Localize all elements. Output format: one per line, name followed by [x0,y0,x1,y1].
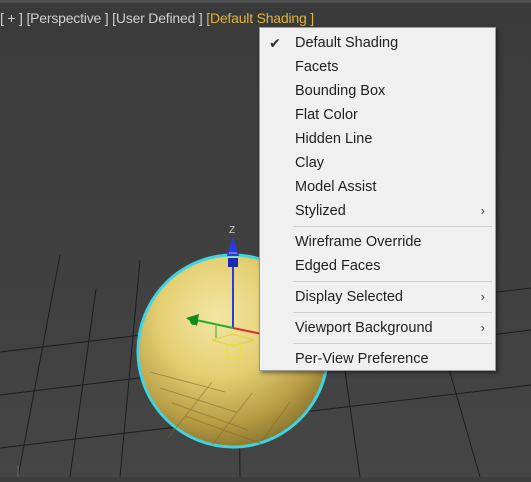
z-axis-label: Z [229,225,235,236]
viewport-top-border [0,0,531,3]
menu-item-label: Display Selected [295,289,403,305]
menu-item-label: Clay [295,155,325,171]
chevron-right-icon: › [480,289,485,304]
menu-item-label: Per-View Preference [295,351,429,367]
z-axis-handle[interactable] [228,258,238,267]
menu-separator [293,343,492,344]
menu-item-per-view-preference[interactable]: Per-View Preference [260,347,495,371]
chevron-right-icon: › [480,320,485,335]
chevron-right-icon: › [480,203,485,218]
menu-item-bounding-box[interactable]: Bounding Box [260,79,495,103]
menu-item-model-assist[interactable]: Model Assist [260,175,495,199]
menu-item-edged-faces[interactable]: Edged Faces [260,254,495,278]
menu-item-label: Default Shading [295,35,399,51]
menu-item-label: Facets [295,59,339,75]
y-axis-handle[interactable] [190,317,198,325]
menu-item-wireframe-override[interactable]: Wireframe Override [260,230,495,254]
viewport-general-menu[interactable]: [ + ] [0,10,23,26]
menu-item-label: Hidden Line [295,131,373,147]
menu-separator [293,312,492,313]
menu-item-display-selected[interactable]: Display Selected › [260,285,495,309]
menu-item-label: Edged Faces [295,258,381,274]
menu-item-label: Viewport Background [295,320,433,336]
menu-item-label: Model Assist [295,179,377,195]
menu-item-hidden-line[interactable]: Hidden Line [260,127,495,151]
menu-item-clay[interactable]: Clay [260,151,495,175]
menu-item-label: Wireframe Override [295,234,422,250]
menu-item-label: Flat Color [295,107,358,123]
menu-item-default-shading[interactable]: ✔ Default Shading [260,31,495,55]
menu-separator [293,281,492,282]
viewport-shading-menu[interactable]: [Default Shading ] [206,10,314,26]
menu-item-stylized[interactable]: Stylized › [260,199,495,223]
menu-item-facets[interactable]: Facets [260,55,495,79]
menu-item-viewport-background[interactable]: Viewport Background › [260,316,495,340]
viewport-user-defined-menu[interactable]: [User Defined ] [112,10,203,26]
menu-item-label: Stylized [295,203,346,219]
menu-item-flat-color[interactable]: Flat Color [260,103,495,127]
viewport-point-of-view-menu[interactable]: [Perspective ] [26,10,108,26]
shading-context-menu: ✔ Default Shading Facets Bounding Box Flat C… [259,27,496,371]
menu-item-label: Bounding Box [295,83,386,99]
menu-separator [293,226,492,227]
checkmark-icon: ✔ [269,35,281,51]
